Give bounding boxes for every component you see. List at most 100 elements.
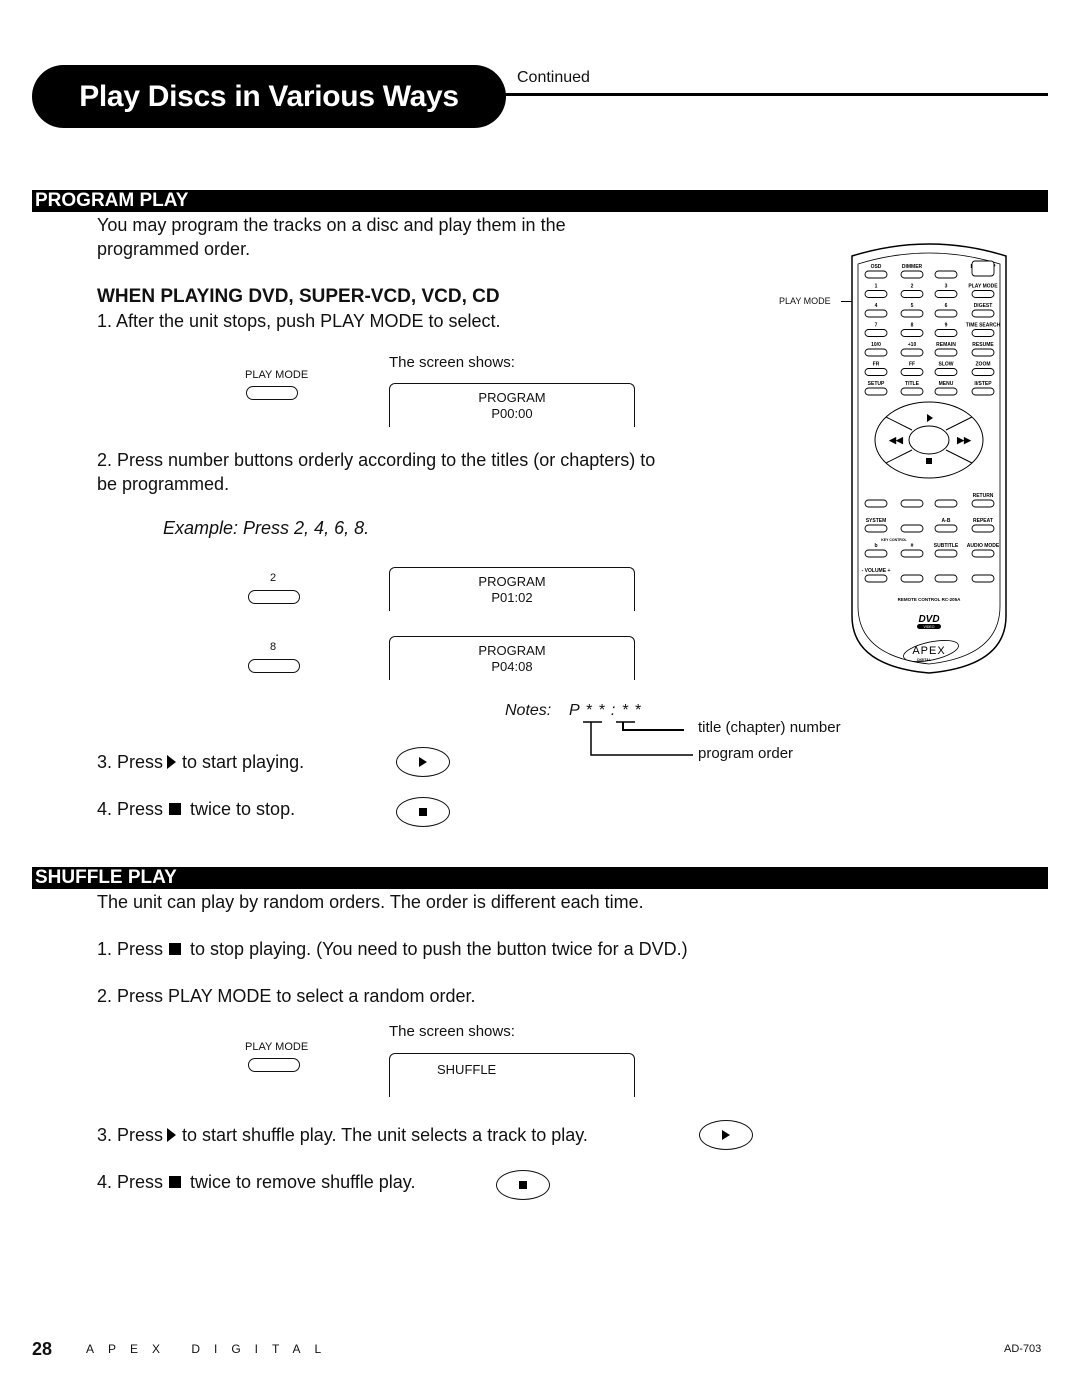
- section-shuffle-play: SHUFFLE PLAY: [32, 867, 1048, 889]
- remote-button: [934, 574, 958, 583]
- remote-button: [934, 270, 958, 279]
- program-step-4: 4. Press twice to stop.: [97, 797, 295, 821]
- program-intro-1: You may program the tracks on a disc and…: [97, 215, 566, 235]
- button-2-label: 2: [270, 572, 277, 584]
- remote-button: [864, 387, 888, 396]
- section-program-play: PROGRAM PLAY: [32, 190, 1048, 212]
- remote-button: [971, 574, 995, 583]
- shuffle-step-2: 2. Press PLAY MODE to select a random or…: [97, 986, 476, 1006]
- remote-button: [971, 387, 995, 396]
- note-program-order: program order: [698, 745, 794, 762]
- play-button[interactable]: [396, 747, 450, 777]
- screen-line: PROGRAM: [478, 390, 546, 405]
- step-text: twice to stop.: [190, 799, 296, 819]
- remote-button: [864, 524, 888, 533]
- step-text: 4. Press: [97, 1172, 164, 1192]
- stop-icon: [519, 1181, 527, 1189]
- svg-text:◀◀: ◀◀: [888, 435, 904, 445]
- play-mode-label: PLAY MODE: [245, 1041, 309, 1053]
- remote-button: [934, 549, 958, 558]
- remote-button-label: 2: [911, 284, 914, 290]
- program-step-3: 3. Press to start playing.: [97, 750, 304, 774]
- remote-button-label: TIME SEARCH: [966, 323, 1001, 329]
- remote-button-label: RESUME: [972, 342, 994, 348]
- play-mode-button[interactable]: [246, 386, 298, 400]
- remote-button-label: REPEAT: [973, 518, 993, 524]
- play-icon: [167, 755, 177, 769]
- step-text: 3. Press: [97, 1125, 164, 1145]
- play-button[interactable]: [699, 1120, 753, 1150]
- shuffle-step-4: 4. Press twice to remove shuffle play.: [97, 1170, 415, 1194]
- remote-button: [864, 368, 888, 376]
- remote-callout-label: PLAY MODE: [779, 296, 831, 306]
- remote-button-label: DIMMER: [902, 264, 923, 270]
- remote-button-label: TITLE: [905, 381, 920, 387]
- screen-display-shuffle: SHUFFLE: [389, 1053, 635, 1097]
- remote-button: [934, 368, 958, 376]
- remote-button: [864, 348, 888, 357]
- remote-button: [864, 329, 888, 337]
- remote-button: [934, 290, 958, 298]
- step-text: to start shuffle play. The unit selects …: [182, 1125, 588, 1145]
- play-mode-label: PLAY MODE: [245, 369, 309, 381]
- program-step-2a: 2. Press number buttons orderly accordin…: [97, 450, 656, 470]
- remote-button-label: REMAIN: [936, 342, 956, 348]
- remote-button: [934, 348, 958, 357]
- remote-button: [971, 348, 995, 357]
- remote-button: [900, 499, 924, 508]
- stop-icon: [419, 808, 427, 816]
- screen-line: P01:02: [491, 590, 533, 605]
- stop-button[interactable]: [496, 1170, 550, 1200]
- stop-button[interactable]: [396, 797, 450, 827]
- remote-button-label: SUBTITLE: [934, 543, 959, 549]
- remote-button: [971, 290, 995, 298]
- remote-button-label: 9: [945, 323, 948, 329]
- remote-button-label: DIGEST: [974, 303, 993, 309]
- screen-display-3: PROGRAM P04:08: [389, 636, 635, 680]
- remote-button: [971, 329, 995, 337]
- remote-button: [934, 329, 958, 337]
- remote-button-label: ZOOM: [976, 362, 991, 368]
- remote-button-label: FR: [873, 362, 880, 368]
- remote-button: [900, 368, 924, 376]
- program-step-2b: be programmed.: [97, 474, 230, 494]
- shuffle-step-1: 1. Press to stop playing. (You need to pu…: [97, 937, 688, 961]
- step-text: to start playing.: [182, 752, 305, 772]
- notes-label: Notes:: [505, 702, 552, 719]
- shuffle-intro: The unit can play by random orders. The …: [97, 892, 644, 912]
- remote-button: [900, 348, 924, 357]
- program-intro-2: programmed order.: [97, 239, 251, 259]
- button-8-label: 8: [270, 641, 277, 653]
- remote-button: [864, 309, 888, 318]
- stop-icon: [169, 803, 182, 815]
- remote-button: [864, 499, 888, 508]
- remote-button-label: FF: [909, 362, 915, 368]
- remote-button: [864, 574, 888, 583]
- remote-button: [900, 290, 924, 298]
- footer-model: AD-703: [1004, 1343, 1042, 1355]
- screen-shows-label: The screen shows:: [389, 1023, 515, 1040]
- remote-button: [900, 524, 924, 533]
- number-8-button[interactable]: [248, 659, 300, 673]
- subheading-dvd: WHEN PLAYING DVD, SUPER-VCD, VCD, CD: [97, 286, 500, 307]
- step-text: 4. Press: [97, 799, 164, 819]
- continued-label: Continued: [517, 69, 590, 86]
- screen-line: PROGRAM: [478, 643, 546, 658]
- remote-button-label: A-B: [942, 518, 951, 524]
- svg-text:APEX: APEX: [912, 645, 945, 657]
- step-text: 1. Press: [97, 939, 164, 959]
- remote-button: [864, 290, 888, 298]
- number-2-button[interactable]: [248, 590, 300, 604]
- remote-button-label: II/STEP: [974, 381, 992, 387]
- remote-button: [971, 309, 995, 318]
- disk-skip-button: [971, 260, 995, 277]
- remote-button: [934, 309, 958, 318]
- remote-button: [900, 387, 924, 396]
- remote-button-label: OSD: [871, 264, 882, 270]
- remote-button: [934, 387, 958, 396]
- play-mode-button[interactable]: [248, 1058, 300, 1072]
- remote-button-label: SYSTEM: [866, 518, 887, 524]
- key-control-label: KEY CONTROL: [881, 538, 907, 542]
- header-rule: [500, 93, 1048, 96]
- page-title: Play Discs in Various Ways: [32, 65, 506, 128]
